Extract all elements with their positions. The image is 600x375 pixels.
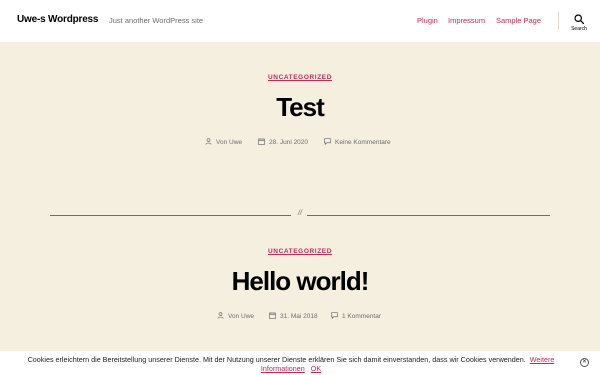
site-header: Uwe-s Wordpress Just another WordPress s… — [0, 0, 600, 42]
cookie-ok-button[interactable]: OK — [311, 364, 321, 373]
nav-link-plugin[interactable]: Plugin — [417, 16, 438, 25]
nav-link-sample-page[interactable]: Sample Page — [496, 16, 541, 25]
primary-nav: Plugin Impressum Sample Page — [0, 16, 600, 28]
cookie-banner-text: Cookies erleichtern die Bereitstellung u… — [6, 355, 576, 373]
nav-link-impressum[interactable]: Impressum — [448, 16, 485, 25]
post-comments[interactable]: Keine Kommentare — [324, 138, 391, 146]
post-comments[interactable]: 1 Kommentar — [331, 312, 381, 320]
separator-mark: // — [298, 210, 302, 217]
category-link[interactable]: UNCATEGORIZED — [268, 74, 332, 81]
search-toggle-button[interactable]: Search — [566, 14, 592, 36]
comment-bubble-icon — [331, 312, 338, 319]
post-date[interactable]: 28. Juni 2020 — [258, 138, 308, 146]
post-category: UNCATEGORIZED — [0, 74, 600, 81]
post-title[interactable]: Test — [0, 92, 600, 123]
separator-line-left — [50, 215, 291, 216]
search-label: Search — [571, 26, 587, 32]
comment-bubble-icon — [324, 138, 331, 145]
post-category: UNCATEGORIZED — [0, 248, 600, 255]
post-date-label: 28. Juni 2020 — [269, 139, 309, 146]
user-icon — [205, 138, 212, 145]
category-link[interactable]: UNCATEGORIZED — [268, 248, 332, 255]
post-date[interactable]: 31. Mai 2018 — [269, 312, 318, 320]
separator-line-right — [307, 215, 550, 216]
post-meta: Von Uwe 31. Mai 2018 1 Kommentar — [0, 312, 600, 322]
close-icon[interactable]: ✕ — [580, 358, 589, 367]
post-author-label: Von Uwe — [216, 139, 243, 146]
post-separator: // — [50, 210, 550, 217]
post-comments-label: 1 Kommentar — [342, 313, 382, 320]
post-meta: Von Uwe 28. Juni 2020 Keine Kommentare — [0, 138, 600, 148]
calendar-icon — [258, 138, 265, 145]
post-author[interactable]: Von Uwe — [217, 312, 254, 320]
calendar-icon — [269, 312, 276, 319]
cookie-banner: Cookies erleichtern die Bereitstellung u… — [0, 351, 600, 375]
post-date-label: 31. Mai 2018 — [280, 313, 318, 320]
post-author[interactable]: Von Uwe — [205, 138, 242, 146]
header-divider — [558, 12, 559, 30]
cookie-message: Cookies erleichtern die Bereitstellung u… — [27, 355, 526, 364]
user-icon — [217, 312, 224, 319]
post-comments-label: Keine Kommentare — [335, 139, 391, 146]
post-title[interactable]: Hello world! — [0, 266, 600, 297]
search-icon — [574, 14, 584, 24]
post-author-label: Von Uwe — [228, 313, 255, 320]
